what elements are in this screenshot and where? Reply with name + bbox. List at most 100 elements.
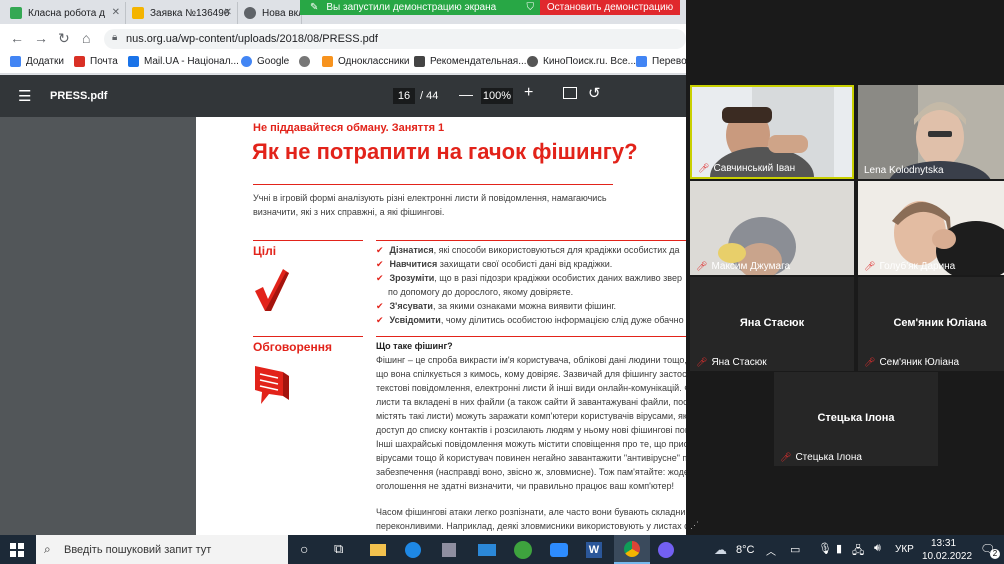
zoom-icon[interactable]	[550, 543, 568, 557]
file-explorer-icon[interactable]	[370, 544, 386, 556]
mail-icon	[74, 56, 85, 67]
forward-icon[interactable]: →	[34, 30, 48, 46]
bookmark-mailua[interactable]: Mail.UA - Націонал...	[128, 56, 239, 67]
bookmark-ok[interactable]: Одноклассники	[322, 56, 409, 67]
participant-tile[interactable]: Сем'яник Юліана 🎤︎ Сем'яник Юліана	[858, 277, 1004, 371]
body-line: переконливими. Наприклад, деякі зловмисн…	[376, 521, 686, 531]
goal-item: по допомогу до дорослого, якому довіряєт…	[388, 287, 574, 297]
pdf-page: Не піддавайтеся обману. Заняття 1 Як не …	[196, 117, 686, 535]
zoom-out-icon[interactable]: —	[459, 86, 473, 102]
language-indicator[interactable]: УКР	[895, 544, 914, 555]
bookmark-translate[interactable]: Перевод	[636, 56, 692, 67]
bookmark-globe[interactable]	[299, 56, 315, 67]
body-line: вірусами тощо й користувач повинен негай…	[376, 453, 686, 463]
tab-title: Заявка №136496	[150, 7, 230, 19]
bookmark-apps[interactable]: Додатки	[10, 56, 64, 67]
pdf-title: PRESS.pdf	[50, 90, 108, 102]
page-icon	[414, 56, 425, 67]
chevron-up-icon[interactable]: ︿	[766, 543, 776, 558]
participant-tile[interactable]: Яна Стасюк 🎤︎ Яна Стасюк	[690, 277, 854, 371]
body-line: Часом фішингові атаки легко розпізнати, …	[376, 507, 686, 517]
close-tab-icon[interactable]: ✕	[224, 7, 232, 18]
divider	[376, 336, 686, 337]
reload-icon[interactable]: ↻	[58, 30, 70, 47]
bookmark-recommend[interactable]: Рекомендательная...	[414, 56, 527, 67]
body-line: забезпечення (насправді воно, звісно ж, …	[376, 467, 686, 477]
store-icon[interactable]	[442, 543, 456, 557]
mail-app-icon[interactable]	[478, 544, 496, 556]
participant-name: 🎤︎ Голуб'як Дарина	[864, 261, 956, 272]
body-line: що вона спілкується з кимось, кому довір…	[376, 369, 686, 379]
task-view-icon[interactable]: ⧉	[334, 541, 343, 557]
edge-icon[interactable]	[405, 542, 421, 558]
bookmark-mail[interactable]: Почта	[74, 56, 118, 67]
fit-page-icon[interactable]	[563, 87, 577, 99]
browser-tab[interactable]: Класна робота д ✕	[4, 2, 126, 24]
participant-display-name: Сем'яник Юліана	[893, 317, 987, 329]
resize-handle-icon[interactable]: ⋰	[690, 520, 699, 531]
film-icon	[527, 56, 538, 67]
zoom-in-icon[interactable]: +	[524, 84, 533, 102]
viber-icon[interactable]	[658, 542, 674, 558]
clock-date[interactable]: 10.02.2022	[922, 551, 972, 562]
word-icon[interactable]: W	[586, 542, 602, 558]
body-line: Фішинг – це спроба викрасти ім'я користу…	[376, 355, 686, 365]
participant-tile[interactable]: Lena Kolodnytska	[858, 85, 1004, 179]
menu-icon[interactable]: ☰	[18, 87, 31, 105]
lock-icon: 🔒︎	[112, 32, 118, 43]
participant-tile[interactable]: 🎤︎ Максим Джумага	[690, 181, 854, 275]
translate-icon	[636, 56, 647, 67]
body-line: оголошення не здатні визначити, чи прави…	[376, 481, 674, 491]
stop-share-button[interactable]: Остановить демонстрацию	[540, 0, 680, 15]
taskbar-search-input[interactable]: ⌕ Введіть пошуковий запит тут	[36, 535, 288, 564]
participant-name: 🎤︎ Максим Джумага	[696, 261, 791, 272]
back-icon[interactable]: ←	[10, 30, 24, 46]
windows-start-icon[interactable]	[10, 543, 24, 557]
url-input[interactable]: 🔒︎ nus.org.ua/wp-content/uploads/2018/08…	[104, 29, 686, 49]
share-icon: ✎	[310, 2, 319, 13]
tab-title: Класна робота д	[28, 7, 105, 19]
zoom-gallery: 🎤︎ Савчинський Іван Lena Kolodnytska 🎤︎ Ма…	[686, 0, 1004, 535]
question-title: Що таке фішинг?	[376, 341, 453, 351]
cortana-icon[interactable]: ○	[300, 541, 308, 557]
participant-name: 🎤︎ Стецька Ілона	[780, 452, 862, 463]
weather-temp[interactable]: 8°C	[736, 544, 754, 556]
battery-icon[interactable]: ▮	[836, 542, 842, 555]
zoom-input[interactable]: 100%	[481, 88, 513, 104]
browser-tab[interactable]: Нова вкла	[238, 2, 302, 24]
chat-bubble-icon	[255, 366, 289, 404]
participant-tile[interactable]: 🎤︎ Савчинський Іван	[690, 85, 854, 179]
rotate-icon[interactable]: ↺	[588, 84, 601, 102]
participant-name: Lena Kolodnytska	[864, 165, 944, 176]
lesson-heading: Як не потрапити на гачок фішингу?	[252, 139, 638, 164]
bookmark-kinopoisk[interactable]: КиноПоиск.ru. Все...	[527, 56, 636, 67]
mic-muted-icon: 🎤︎	[698, 163, 710, 173]
participant-tile[interactable]: Стецька Ілона 🎤︎ Стецька Ілона	[774, 372, 938, 466]
goal-item: ✔ Навчитися захищати свої особисті дані в…	[376, 259, 613, 269]
chrome-icon	[624, 541, 640, 557]
camera-icon[interactable]: ▭	[790, 543, 800, 556]
close-tab-icon[interactable]: ✕	[112, 7, 120, 18]
goal-item: ✔ Усвідомити, чому ділитись особистою інф…	[376, 315, 684, 325]
participant-tile[interactable]: 🎤︎ Голуб'як Дарина	[858, 181, 1004, 275]
google-icon	[241, 56, 252, 67]
bookmarks-bar: Додатки Почта Mail.UA - Націонал... Goog…	[0, 52, 692, 74]
home-icon[interactable]: ⌂	[82, 30, 90, 46]
chrome-taskbar-item[interactable]	[614, 535, 650, 564]
page-number-input[interactable]: 16	[393, 88, 415, 104]
checkmark-icon	[255, 269, 289, 311]
browser-tab[interactable]: Заявка №136496 ✕	[126, 2, 238, 24]
weather-icon[interactable]: ☁	[714, 542, 727, 558]
microphone-icon[interactable]: 🎙︎	[818, 542, 832, 555]
divider	[253, 240, 363, 241]
volume-icon[interactable]: 🔊︎	[874, 542, 881, 555]
notification-badge: 2	[990, 549, 1000, 559]
clock-time[interactable]: 13:31	[931, 538, 956, 549]
goals-label: Цілі	[253, 244, 277, 258]
goal-item: ✔ З'ясувати, за якими ознаками можна вияв…	[376, 301, 617, 311]
network-icon[interactable]: 🖧︎	[852, 542, 864, 561]
apps-icon	[10, 56, 21, 67]
bookmark-google[interactable]: Google	[241, 56, 289, 67]
utorrent-icon[interactable]	[514, 541, 532, 559]
participant-name: 🎤︎ Савчинський Іван	[698, 163, 796, 174]
